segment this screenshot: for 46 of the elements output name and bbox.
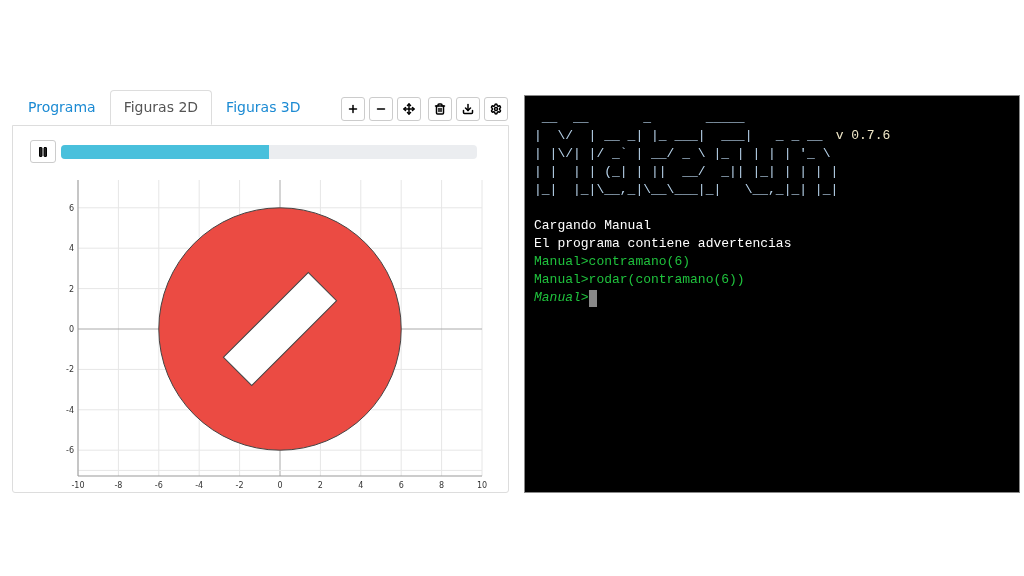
gear-icon: [490, 103, 502, 115]
x-tick-label: 0: [277, 481, 283, 490]
ascii-banner-line: | | | | (_| | || __/ _|| |_| | | | |: [534, 163, 839, 181]
output-line: Cargando Manual: [534, 217, 652, 235]
x-tick-label: -4: [195, 481, 204, 490]
pan-button[interactable]: [397, 97, 421, 121]
tab[interactable]: Figuras 2D: [109, 90, 213, 125]
pause-icon: [37, 145, 49, 158]
x-tick-label: 2: [317, 481, 323, 490]
y-tick-label: 4: [68, 244, 74, 254]
output-line: El programa contiene advertencias: [534, 235, 792, 253]
download-icon: [462, 103, 474, 115]
ascii-banner-line: __ __ _ _____: [540, 109, 745, 127]
x-tick-label: 4: [358, 481, 364, 490]
prompt-text: Manual>: [534, 289, 589, 307]
y-tick-label: 0: [68, 325, 74, 334]
zoom-in-button[interactable]: [341, 97, 365, 121]
command-line: Manual>rodar(contramano(6)): [534, 271, 745, 289]
settings-button[interactable]: [484, 97, 508, 121]
plus-icon: [347, 103, 359, 115]
download-button[interactable]: [456, 97, 480, 121]
x-tick-label: 8: [439, 481, 445, 490]
y-tick-label: -4: [66, 405, 74, 415]
ascii-banner-line: |_| |_|\__,_|\__\___|_| \__,_|_| |_|: [534, 181, 839, 199]
cursor: [588, 289, 597, 307]
tab[interactable]: Figuras 3D: [212, 90, 315, 125]
trash-icon: [434, 103, 446, 115]
version-text: v 0.7.6: [835, 127, 891, 145]
delete-button[interactable]: [428, 97, 452, 121]
ascii-banner-line: | |\/| |/ _` | __/ _ \ |_ | | | | '_ \: [534, 145, 831, 163]
x-tick-label: -6: [154, 481, 163, 490]
x-tick-label: 6: [398, 481, 404, 490]
zoom-out-button[interactable]: [369, 97, 393, 121]
x-tick-label: 10: [476, 481, 488, 490]
y-tick-label: 6: [68, 203, 74, 213]
x-tick-label: -10: [71, 481, 85, 490]
tab[interactable]: Programa: [14, 90, 110, 125]
x-tick-label: -2: [235, 481, 244, 490]
ascii-banner-line: | \/ | __ _| |_ ___| ___| _ _ __: [534, 127, 823, 145]
move-icon: [403, 103, 415, 115]
y-tick-label: -6: [66, 446, 74, 456]
x-tick-label: -8: [114, 481, 123, 490]
y-tick-label: 2: [68, 284, 74, 294]
pause-button[interactable]: [30, 140, 56, 163]
command-line: Manual>contramano(6): [534, 253, 691, 271]
y-tick-label: -2: [66, 365, 74, 375]
